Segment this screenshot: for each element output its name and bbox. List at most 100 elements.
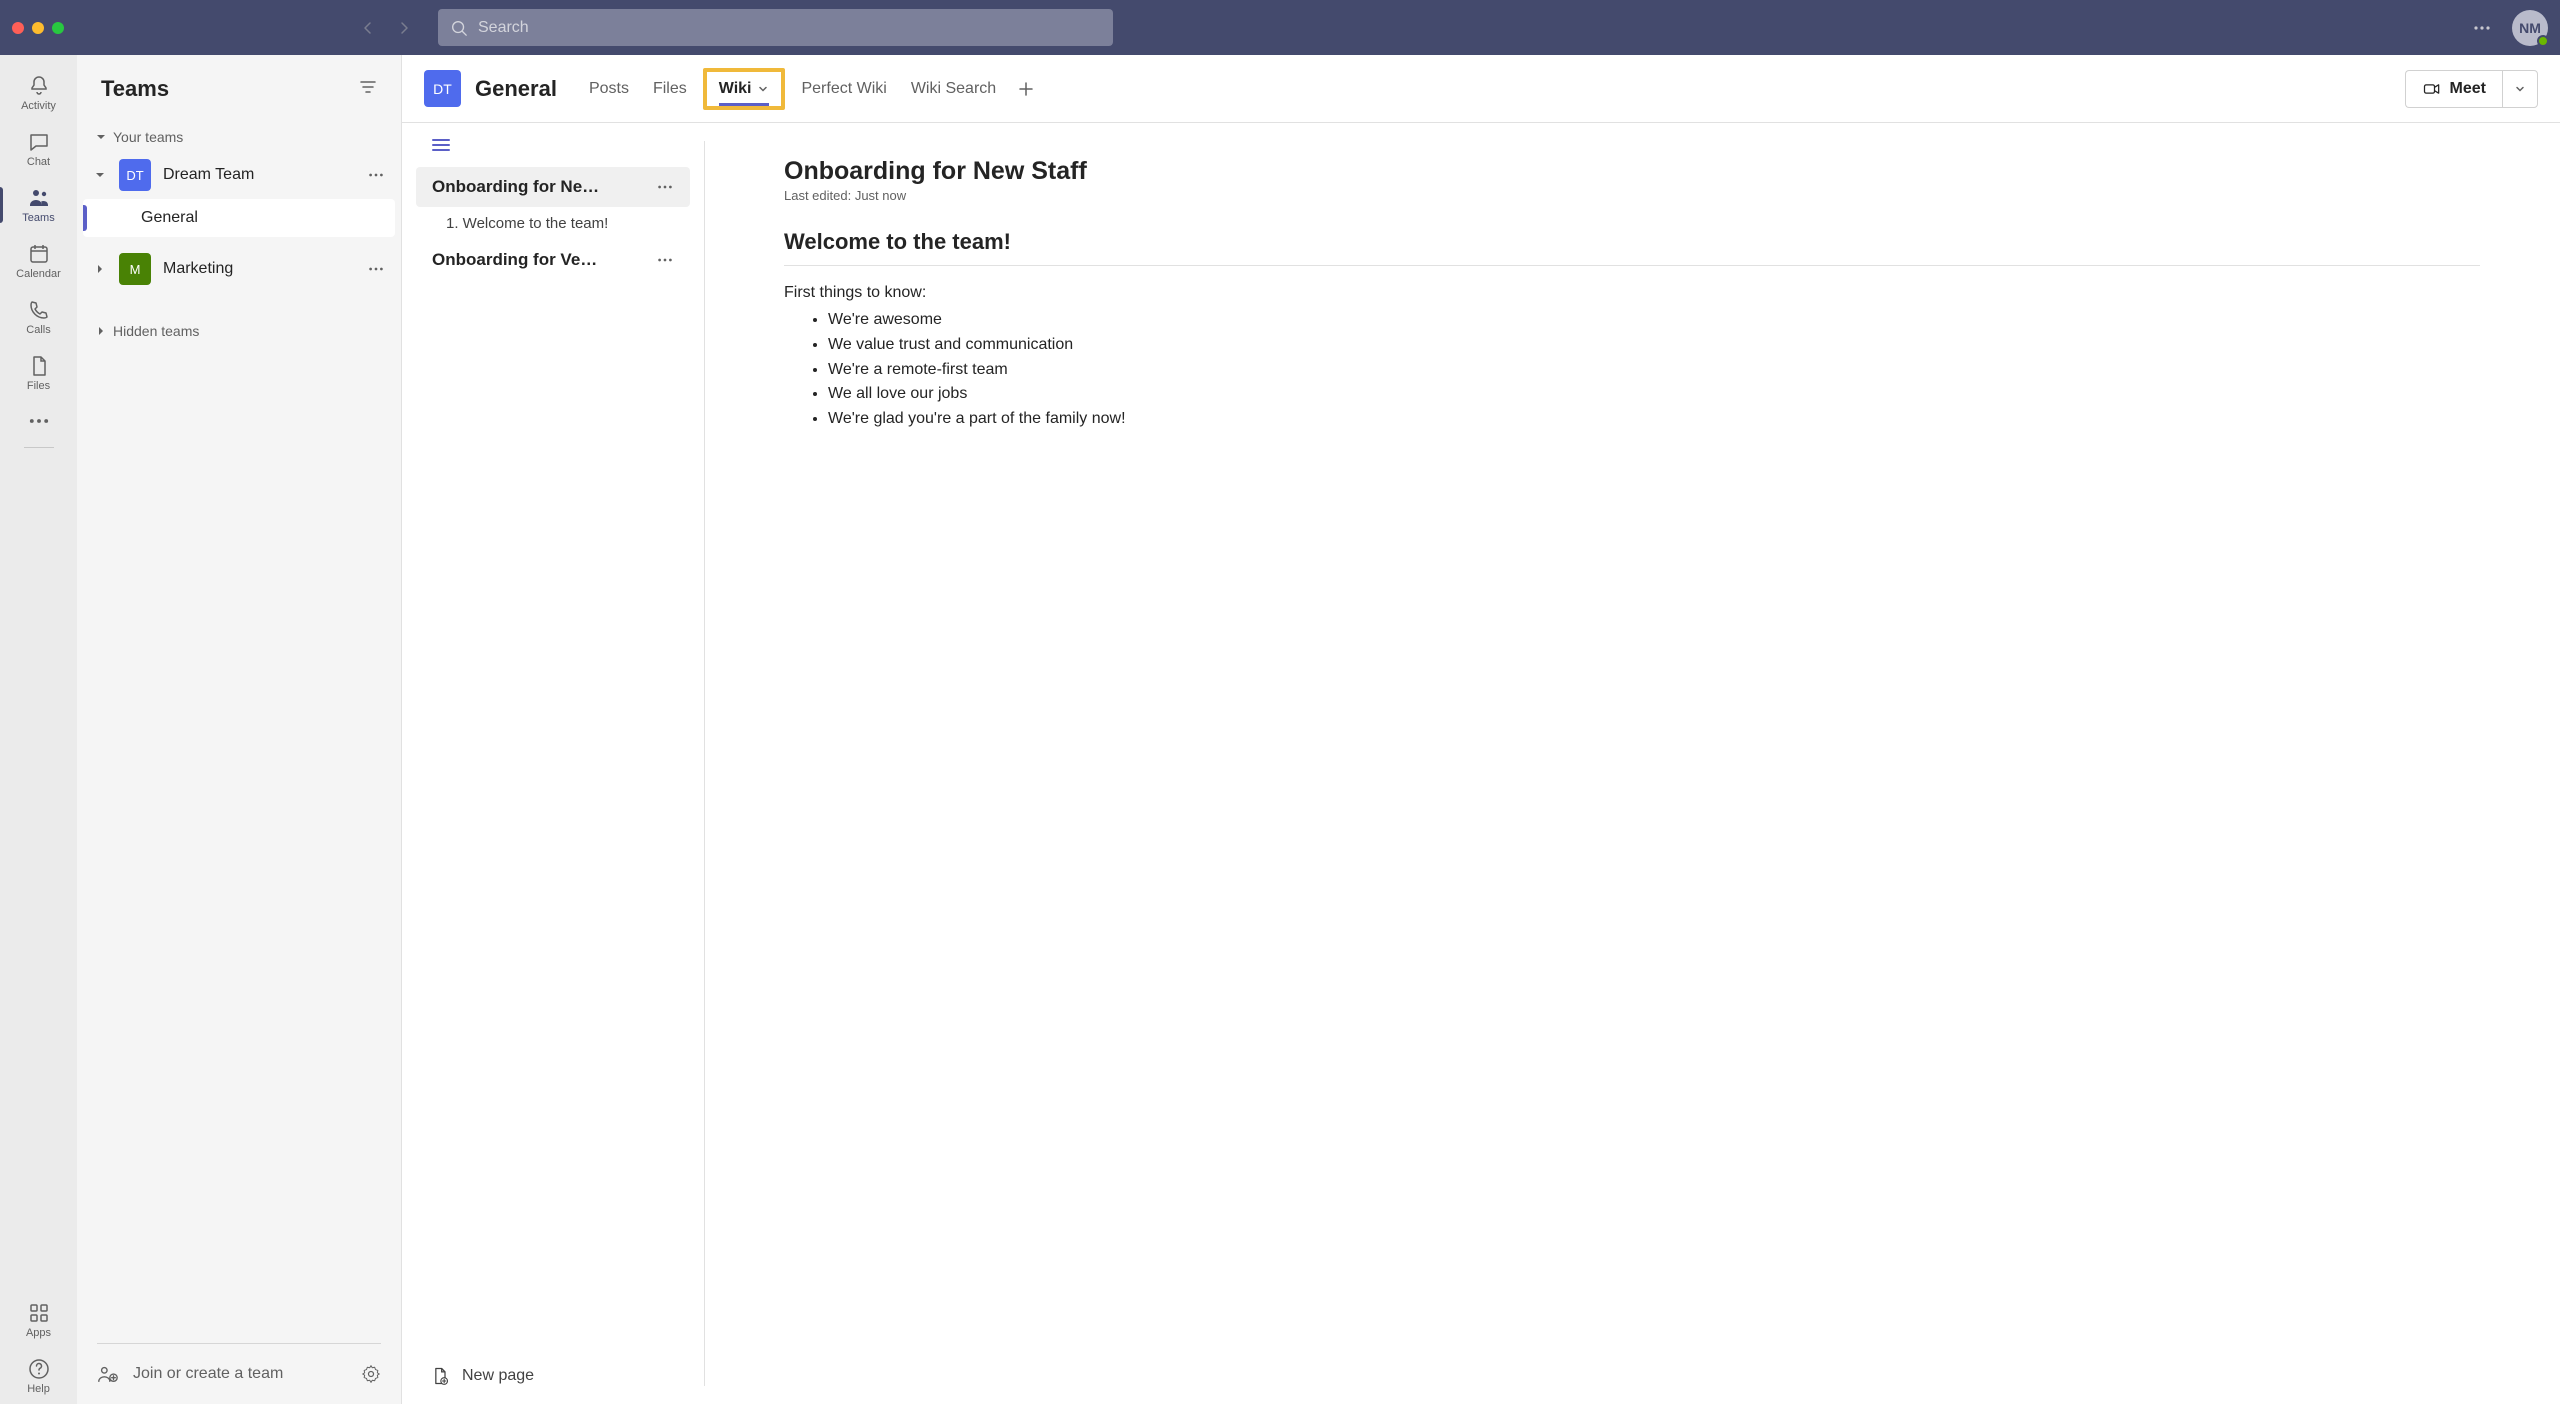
titlebar-right: NM xyxy=(2472,10,2548,46)
rail-chat[interactable]: Chat xyxy=(0,121,77,177)
window-minimize[interactable] xyxy=(32,22,44,34)
meet-dropdown[interactable] xyxy=(2502,70,2538,108)
wiki-page-onboarding-ve[interactable]: Onboarding for Ve… xyxy=(416,240,690,280)
rail-label: Activity xyxy=(21,100,56,112)
rail-calls[interactable]: Calls xyxy=(0,289,77,345)
team-more-button[interactable] xyxy=(367,260,385,278)
channel-header: DT General Posts Files Wiki Perfect Wiki… xyxy=(402,55,2560,123)
wiki-page-title: Onboarding for Ve… xyxy=(432,250,646,270)
rail-label: Calls xyxy=(26,324,50,336)
caret-right-icon[interactable] xyxy=(93,263,107,275)
tab-files[interactable]: Files xyxy=(641,55,699,122)
chevron-down-icon[interactable] xyxy=(757,83,769,95)
window-maximize[interactable] xyxy=(52,22,64,34)
channel-tabs: Posts Files Wiki Perfect Wiki Wiki Searc… xyxy=(577,55,1044,122)
main-body: Onboarding for Ne… 1. Welcome to the tea… xyxy=(402,123,2560,1404)
wiki-content[interactable]: Onboarding for New Staff Last edited: Ju… xyxy=(704,123,2560,1404)
tab-wiki[interactable]: Wiki xyxy=(703,68,786,110)
meet-label: Meet xyxy=(2450,80,2486,98)
rail-apps[interactable]: Apps xyxy=(0,1292,77,1348)
add-tab-button[interactable] xyxy=(1008,81,1044,97)
body: Activity Chat Teams Calendar Calls Files xyxy=(0,55,2560,1404)
your-teams-group[interactable]: Your teams xyxy=(83,123,395,151)
wiki-last-edited: Last edited: Just now xyxy=(784,188,2480,203)
wiki-section-heading: Welcome to the team! xyxy=(784,229,2480,266)
caret-right-icon xyxy=(95,325,107,337)
wiki-page-more-button[interactable] xyxy=(656,178,674,196)
filter-button[interactable] xyxy=(359,78,377,101)
channel-label: General xyxy=(141,209,198,227)
user-avatar[interactable]: NM xyxy=(2512,10,2548,46)
list-item: We're awesome xyxy=(828,308,2480,333)
wiki-paragraph: First things to know: xyxy=(784,284,2480,302)
wiki-page-onboarding-new[interactable]: Onboarding for Ne… xyxy=(416,167,690,207)
avatar-initials: NM xyxy=(2519,20,2541,36)
tab-perfect-wiki[interactable]: Perfect Wiki xyxy=(789,55,898,122)
phone-icon xyxy=(27,298,51,322)
list-item: We're glad you're a part of the family n… xyxy=(828,407,2480,432)
window-close[interactable] xyxy=(12,22,24,34)
rail-help[interactable]: Help xyxy=(0,1348,77,1404)
rail-activity[interactable]: Activity xyxy=(0,65,77,121)
team-row-dream-team[interactable]: DT Dream Team xyxy=(83,151,395,199)
join-team-icon xyxy=(97,1363,119,1385)
tab-posts[interactable]: Posts xyxy=(577,55,641,122)
rail-teams[interactable]: Teams xyxy=(0,177,77,233)
search-input[interactable] xyxy=(478,19,1101,37)
bell-icon xyxy=(27,74,51,98)
list-item: We all love our jobs xyxy=(828,382,2480,407)
teams-icon xyxy=(27,186,51,210)
teams-panel-title: Teams xyxy=(101,76,169,102)
tab-label: Perfect Wiki xyxy=(801,80,886,98)
tab-label: Wiki xyxy=(719,80,752,98)
wiki-pages-list: Onboarding for Ne… 1. Welcome to the tea… xyxy=(402,167,704,1348)
main: DT General Posts Files Wiki Perfect Wiki… xyxy=(402,55,2560,1404)
hidden-teams-group[interactable]: Hidden teams xyxy=(83,317,395,345)
rail-divider xyxy=(24,447,54,448)
hamburger-button[interactable] xyxy=(430,134,452,156)
window-controls xyxy=(12,22,64,34)
help-icon xyxy=(27,1357,51,1381)
new-page-label: New page xyxy=(462,1367,534,1385)
rail-label: Chat xyxy=(27,156,50,168)
chat-icon xyxy=(27,130,51,154)
calendar-icon xyxy=(27,242,51,266)
meet-button[interactable]: Meet xyxy=(2405,70,2502,108)
group-label: Hidden teams xyxy=(113,323,199,339)
rail-more[interactable] xyxy=(0,401,77,441)
video-icon xyxy=(2422,79,2442,99)
join-team-button[interactable]: Join or create a team xyxy=(133,1365,347,1383)
rail-calendar[interactable]: Calendar xyxy=(0,233,77,289)
team-row-marketing[interactable]: M Marketing xyxy=(83,245,395,293)
wiki-page-more-button[interactable] xyxy=(656,251,674,269)
more-icon xyxy=(27,409,51,433)
tab-label: Wiki Search xyxy=(911,80,996,98)
new-page-button[interactable]: New page xyxy=(402,1348,704,1404)
nav-forward[interactable] xyxy=(390,14,418,42)
wiki-nav-toggle xyxy=(402,123,704,167)
teams-footer: Join or create a team xyxy=(77,1344,401,1404)
divider xyxy=(704,141,705,1386)
search-icon xyxy=(450,19,468,37)
teams-panel-header: Teams xyxy=(77,55,401,123)
team-name: Marketing xyxy=(163,260,355,278)
history-nav xyxy=(354,14,418,42)
wiki-section-welcome[interactable]: 1. Welcome to the team! xyxy=(416,207,690,240)
titlebar: NM xyxy=(0,0,2560,55)
team-avatar: M xyxy=(119,253,151,285)
rail-files[interactable]: Files xyxy=(0,345,77,401)
group-label: Your teams xyxy=(113,129,183,145)
chevron-down-icon xyxy=(2514,83,2526,95)
teams-settings-button[interactable] xyxy=(361,1364,381,1384)
rail-label: Apps xyxy=(26,1327,51,1339)
team-more-button[interactable] xyxy=(367,166,385,184)
titlebar-more-button[interactable] xyxy=(2472,18,2492,38)
nav-back[interactable] xyxy=(354,14,382,42)
caret-down-icon[interactable] xyxy=(93,169,107,181)
team-name: Dream Team xyxy=(163,166,355,184)
search-box[interactable] xyxy=(438,9,1113,46)
channel-general[interactable]: General xyxy=(83,199,395,237)
tab-wiki-search[interactable]: Wiki Search xyxy=(899,55,1008,122)
file-icon xyxy=(27,354,51,378)
hamburger-icon xyxy=(430,134,452,156)
